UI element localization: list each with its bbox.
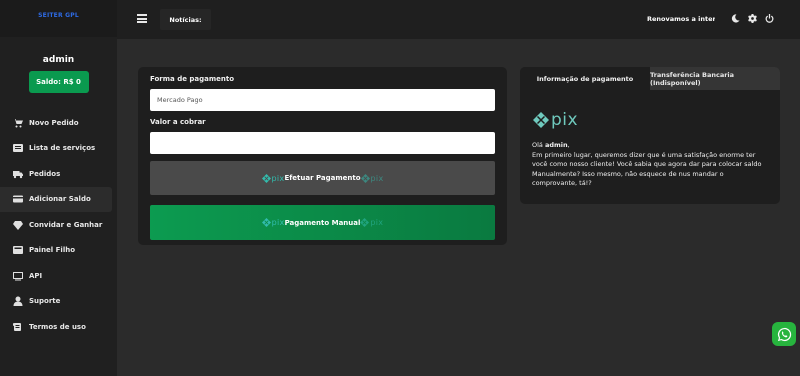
pix-logo-icon: pix (261, 218, 285, 227)
sidebar-item-label: Termos de uso (29, 322, 86, 331)
gem-icon (12, 219, 24, 231)
news-label: Notícias: (160, 9, 211, 30)
sidebar-item-label: Pedidos (29, 169, 61, 178)
greeting-prefix: Olá (532, 141, 545, 149)
sidebar-item-label: Novo Pedido (29, 118, 79, 127)
payment-method-select[interactable]: Mercado Pago (150, 89, 495, 111)
sidebar-item-adicionar-saldo[interactable]: Adicionar Saldo (0, 186, 112, 212)
info-card: Informação de pagamento Transferência Ba… (520, 67, 780, 204)
sidebar-item-lista-servicos[interactable]: Lista de serviços (0, 136, 117, 162)
info-message: Olá admin, Em primeiro lugar, queremos d… (532, 141, 770, 189)
sidebar-item-api[interactable]: API (0, 263, 117, 289)
brand-logo[interactable]: SEITER GPL (38, 12, 79, 19)
sidebar-item-painel-filho[interactable]: Painel Filho (0, 238, 117, 264)
hamburger-menu-icon[interactable] (137, 14, 147, 23)
moon-icon[interactable] (731, 14, 740, 25)
sidebar-nav: Novo Pedido Lista de serviços Pedidos Ad… (0, 110, 117, 340)
info-tabs: Informação de pagamento Transferência Ba… (520, 67, 780, 90)
sidebar-item-suporte[interactable]: Suporte (0, 289, 117, 315)
payment-card: Forma de pagamento Mercado Pago Valor a … (138, 67, 507, 245)
pix-logo-icon: pix (360, 173, 384, 183)
user-icon (12, 295, 24, 307)
sidebar-item-label: Lista de serviços (29, 144, 96, 153)
truck-icon (12, 168, 24, 180)
scroll-icon (12, 321, 24, 333)
power-icon[interactable] (765, 14, 774, 25)
terminal-icon (12, 270, 24, 282)
news-marquee: Renovamos a interface (647, 15, 715, 23)
panel-icon (12, 244, 24, 256)
pix-diamond-icon (533, 112, 549, 128)
amount-input[interactable] (150, 132, 495, 154)
brand-area: SEITER GPL (0, 0, 117, 37)
pix-text: pix (271, 218, 285, 227)
method-label: Forma de pagamento (150, 75, 235, 83)
tab-payment-info[interactable]: Informação de pagamento (520, 67, 650, 90)
sidebar-item-label: Adicionar Saldo (29, 195, 91, 204)
topbar-actions (731, 14, 774, 25)
gear-icon[interactable] (748, 14, 757, 25)
whatsapp-button[interactable] (772, 322, 796, 346)
pay-button-label: Efetuar Pagamento (284, 174, 361, 182)
pix-text: pix (551, 110, 579, 130)
sidebar-item-label: Convidar e Ganhar (29, 220, 103, 229)
amount-label: Valor a cobrar (150, 118, 206, 126)
pix-logo-icon: pix (261, 173, 285, 183)
info-body: Em primeiro lugar, queremos dizer que é … (532, 150, 762, 188)
user-name: admin (42, 55, 75, 65)
topbar: Notícias: Renovamos a interface (117, 0, 800, 39)
cart-icon (12, 117, 24, 129)
manual-payment-button[interactable]: pix Pagamento Manual pix (150, 205, 495, 240)
whatsapp-icon (777, 327, 791, 341)
sidebar: SEITER GPL admin Saldo: R$ 0 Novo Pedido… (0, 0, 117, 376)
sidebar-item-label: Painel Filho (29, 246, 76, 255)
manual-button-label: Pagamento Manual (284, 218, 361, 227)
pix-text: pix (271, 173, 285, 183)
sidebar-item-pedidos[interactable]: Pedidos (0, 161, 117, 187)
greeting-name: admin (544, 141, 568, 149)
balance-badge[interactable]: Saldo: R$ 0 (28, 71, 89, 93)
sidebar-item-label: Suporte (29, 297, 61, 306)
pay-button[interactable]: pix Efetuar Pagamento pix (150, 161, 495, 195)
sidebar-item-label: API (29, 271, 43, 280)
pix-logo: pix (533, 110, 578, 130)
sidebar-item-novo-pedido[interactable]: Novo Pedido (0, 110, 117, 136)
pix-logo-icon: pix (360, 218, 383, 227)
greeting-suffix: , (567, 141, 570, 149)
list-icon (12, 142, 24, 154)
sidebar-item-termos[interactable]: Termos de uso (0, 314, 117, 340)
tab-bank-transfer[interactable]: Transferência Bancaria (Indisponível) (650, 67, 780, 90)
sidebar-item-convidar[interactable]: Convidar e Ganhar (0, 212, 117, 238)
pix-text: pix (370, 218, 384, 227)
pix-text: pix (370, 173, 384, 183)
credit-card-icon (12, 193, 24, 205)
